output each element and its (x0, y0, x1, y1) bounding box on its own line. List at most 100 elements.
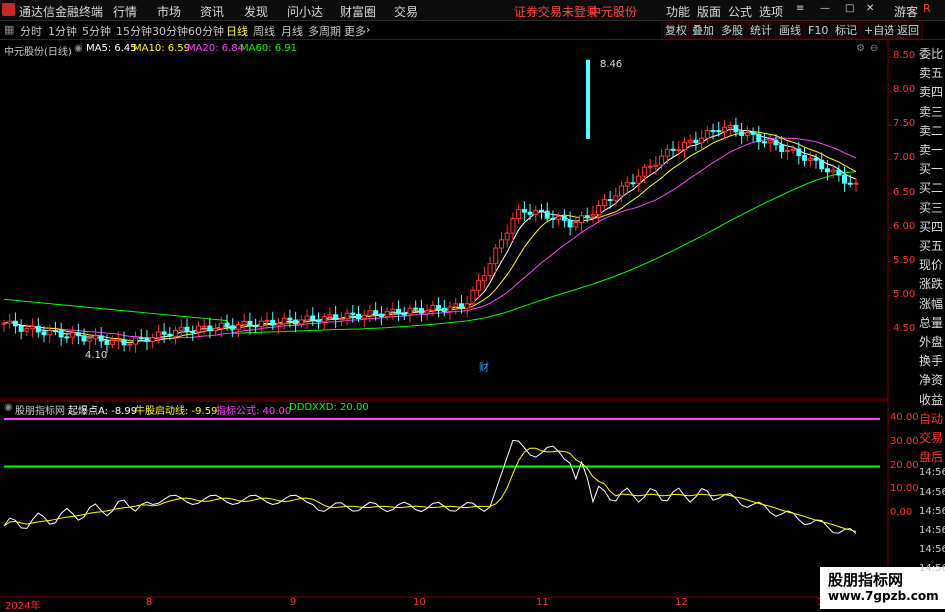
draw-line-button[interactable]: 画线 (775, 22, 805, 39)
menu-item-markets[interactable]: 市场 (157, 3, 181, 20)
candle-body (458, 303, 464, 309)
candle-body (138, 337, 144, 340)
candle-body (350, 312, 356, 315)
candle-body (601, 199, 607, 206)
price-axis-label: 5.00 (893, 288, 916, 300)
candle-body (224, 322, 230, 327)
zhibiao-legend: 指标公式: 40.00 (216, 406, 292, 417)
candle-body (641, 166, 647, 177)
candle-body (790, 148, 796, 151)
tab-period-monthly[interactable]: 月线 (281, 23, 303, 39)
menu-item-function[interactable]: 功能 (666, 3, 690, 20)
stats-button[interactable]: 统计 (746, 22, 776, 39)
tab-period-1min[interactable]: 1分钟 (48, 23, 77, 39)
indicator-dropdown-icon[interactable]: ◉ (4, 402, 13, 413)
grid-icon[interactable]: ▦ (4, 23, 14, 36)
tab-period-15min[interactable]: 15分钟 (116, 23, 152, 39)
quote-panel-item: 14:56 (919, 467, 945, 479)
tab-period-multi[interactable]: 多周期 (308, 23, 341, 39)
menu-icon[interactable]: ≡ (796, 3, 804, 14)
quote-panel-item: 总量 (919, 315, 944, 330)
candle-body (18, 325, 24, 332)
menu-item-layout[interactable]: 版面 (697, 3, 721, 20)
menu-item-formula[interactable]: 公式 (728, 3, 752, 20)
tab-period-fenshi[interactable]: 分时 (20, 23, 42, 39)
chevron-right-icon[interactable]: › (366, 23, 370, 36)
f10-button[interactable]: F10 (804, 22, 833, 39)
multi-stock-button[interactable]: 多股 (717, 22, 747, 39)
ma20-line (3, 137, 857, 339)
main-kline-chart[interactable]: 中元股份(日线) ◉ MA5: 6.45 MA10: 6.59 MA20: 6.… (0, 40, 945, 400)
candle-body (453, 303, 459, 308)
quote-panel-item: 涨跌 (919, 277, 944, 292)
quote-panel-item: 14:56 (919, 505, 945, 517)
minimize-icon[interactable]: — (820, 3, 830, 14)
tab-period-5min[interactable]: 5分钟 (82, 23, 111, 39)
candle-body (704, 130, 710, 139)
maximize-icon[interactable]: □ (845, 3, 854, 14)
candle-body (498, 239, 504, 249)
kline-svg (0, 40, 892, 400)
candle-body (92, 335, 98, 340)
candle-body (41, 331, 47, 336)
menu-item-ask[interactable]: 问小达 (287, 3, 323, 20)
menu-item-wealth[interactable]: 财富圈 (340, 3, 376, 20)
tab-period-60min[interactable]: 60分钟 (188, 23, 224, 39)
candle-body (830, 169, 836, 173)
overlay-button[interactable]: 叠加 (688, 22, 718, 39)
candle-body (75, 332, 81, 337)
date-axis-label: 9 (290, 597, 297, 608)
candle-body (510, 217, 516, 234)
ma5-line (3, 128, 857, 344)
candle-body (750, 131, 756, 135)
menu-item-trade[interactable]: 交易 (394, 3, 418, 20)
candle-body (561, 215, 567, 221)
candle-body (413, 307, 419, 310)
candle-body (533, 209, 539, 215)
candle-body (430, 305, 436, 311)
quote-panel-item: 卖五 (919, 66, 944, 81)
tab-period-weekly[interactable]: 周线 (253, 23, 275, 39)
candle-body (327, 314, 333, 317)
price-axis-label: 4.50 (893, 323, 916, 334)
price-axis-label: 7.50 (893, 118, 916, 130)
fuquan-button[interactable]: 复权 (661, 22, 691, 39)
date-axis-label: 10 (413, 597, 426, 608)
event-marker[interactable]: 财 (479, 359, 489, 374)
candle-body (407, 307, 413, 315)
ma60-line (3, 171, 857, 334)
close-icon[interactable]: ✕ (866, 3, 874, 14)
quote-panel-item[interactable]: 自动 (919, 410, 943, 427)
login-status[interactable]: 证券交易未登录 (514, 3, 598, 20)
tab-period-30min[interactable]: 30分钟 (152, 23, 188, 39)
candle-body (470, 289, 476, 305)
candle-body (710, 130, 716, 133)
indicator-axis-label: 10.00 (890, 483, 919, 495)
back-button[interactable]: 返回 (893, 22, 923, 39)
indicator-chart[interactable]: ◉ 股朋指标网 起爆点A: -8.99 牛股启动线: -9.59 指标公式: 4… (0, 400, 945, 612)
menu-item-discover[interactable]: 发现 (244, 3, 268, 20)
menu-item-market[interactable]: 行情 (113, 3, 137, 20)
candle-body (81, 335, 87, 342)
candle-body (104, 340, 110, 345)
menu-item-options[interactable]: 选项 (759, 3, 783, 20)
candle-body (721, 126, 727, 133)
user-label[interactable]: 游客 (894, 3, 918, 20)
candle-body (70, 332, 76, 338)
quote-panel-item: 买三 (919, 200, 944, 215)
tab-period-daily[interactable]: 日线 (226, 23, 248, 39)
niugu-legend: 牛股启动线: -9.59 (135, 406, 218, 417)
quote-panel-item: 14:56 (919, 563, 945, 575)
quote-panel-item: 收益 (919, 392, 944, 407)
candle-body (195, 325, 201, 333)
quote-panel-item: 卖一 (919, 143, 944, 157)
menu-item-news[interactable]: 资讯 (200, 3, 224, 20)
candle-body (539, 209, 545, 212)
candle-body (681, 141, 687, 151)
candle-body (184, 326, 190, 333)
candle-body (373, 310, 379, 315)
candle-body (161, 331, 167, 335)
mark-button[interactable]: 标记 (831, 22, 861, 39)
tab-period-more[interactable]: 更多 (344, 23, 366, 39)
quote-panel-item[interactable]: 交易 (919, 429, 943, 446)
